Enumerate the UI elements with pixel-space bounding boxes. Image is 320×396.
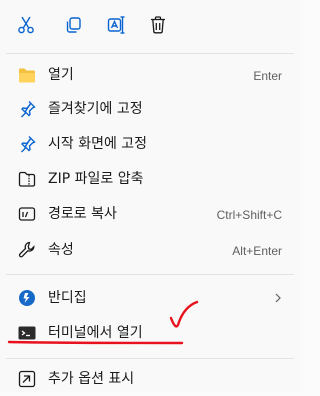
pin-icon: [17, 99, 37, 119]
menu-item-open[interactable]: 열기 Enter: [0, 58, 300, 92]
menu-item-properties[interactable]: 속성 Alt+Enter: [0, 233, 300, 267]
menu-item-show-more-options[interactable]: 추가 옵션 표시: [0, 362, 300, 396]
rename-button[interactable]: [103, 12, 129, 38]
separator: [6, 274, 294, 275]
menu-item-open-terminal[interactable]: 터미널에서 열기: [0, 316, 300, 350]
menu-item-label: 즐겨찾기에 고정: [48, 101, 143, 117]
menu-item-copy-path[interactable]: 경로로 복사 Ctrl+Shift+C: [0, 197, 300, 231]
menu-item-label: ZIP 파일로 압축: [48, 171, 144, 187]
menu-item-label: 속성: [48, 242, 74, 258]
zip-icon: [17, 169, 37, 189]
chevron-right-icon: [275, 293, 281, 303]
menu-item-label: 시작 화면에 고정: [48, 136, 148, 152]
menu-item-label: 추가 옵션 표시: [48, 371, 135, 387]
terminal-icon: [17, 323, 37, 343]
rename-icon: [107, 16, 125, 34]
cut-button[interactable]: [13, 12, 39, 38]
wrench-icon: [17, 240, 37, 260]
separator: [6, 53, 294, 54]
pin-icon: [17, 134, 37, 154]
menu-item-compress-zip[interactable]: ZIP 파일로 압축: [0, 162, 300, 196]
more-options-icon: [17, 369, 37, 389]
menu-item-label: 터미널에서 열기: [48, 325, 143, 341]
copy-icon: [66, 17, 81, 33]
copy-button[interactable]: [60, 12, 86, 38]
delete-button[interactable]: [145, 12, 171, 38]
menu-item-shortcut: Alt+Enter: [232, 244, 282, 258]
copy-path-icon: [17, 204, 37, 224]
menu-item-shortcut: Enter: [253, 69, 282, 83]
menu-item-label: 반디집: [48, 290, 87, 306]
menu-item-pin-quick-access[interactable]: 즐겨찾기에 고정: [0, 92, 300, 126]
context-menu: 열기 Enter 즐겨찾기에 고정 시작 화면에 고정 ZIP 파일로 압축 경…: [0, 0, 300, 393]
menu-item-label: 경로로 복사: [48, 206, 117, 222]
menu-item-label: 열기: [48, 67, 74, 83]
bandizip-icon: [17, 288, 37, 308]
quick-actions-toolbar: [0, 0, 300, 52]
separator: [6, 358, 294, 359]
menu-item-pin-start[interactable]: 시작 화면에 고정: [0, 127, 300, 161]
cut-icon: [18, 16, 34, 34]
delete-icon: [151, 16, 165, 34]
menu-item-shortcut: Ctrl+Shift+C: [216, 208, 282, 222]
folder-icon: [17, 65, 37, 85]
menu-item-bandizip[interactable]: 반디집: [0, 281, 300, 315]
